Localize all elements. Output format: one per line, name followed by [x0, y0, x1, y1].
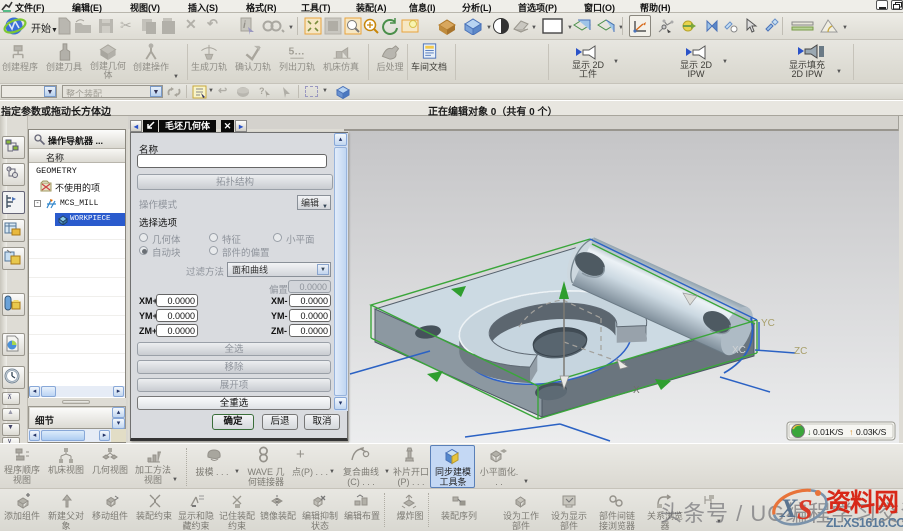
svg-text:YC: YC — [761, 318, 775, 329]
svg-text:5…: 5… — [288, 46, 304, 57]
svg-text:?: ? — [259, 86, 265, 96]
svg-text:XC: XC — [732, 345, 746, 356]
svg-text:0.01K/S: 0.01K/S — [813, 427, 844, 437]
svg-text:0.03K/S: 0.03K/S — [856, 427, 887, 437]
svg-text:i: i — [243, 20, 246, 31]
svg-text:X: X — [633, 385, 640, 396]
svg-text:ZC: ZC — [794, 346, 807, 357]
svg-text:ZL.XS1616.COM: ZL.XS1616.COM — [826, 516, 903, 530]
svg-text:资料网: 资料网 — [826, 489, 898, 517]
svg-text:↑: ↑ — [849, 427, 853, 437]
svg-text:S: S — [797, 495, 813, 526]
svg-text:X: X — [779, 494, 798, 523]
svg-text:↓: ↓ — [807, 427, 811, 437]
